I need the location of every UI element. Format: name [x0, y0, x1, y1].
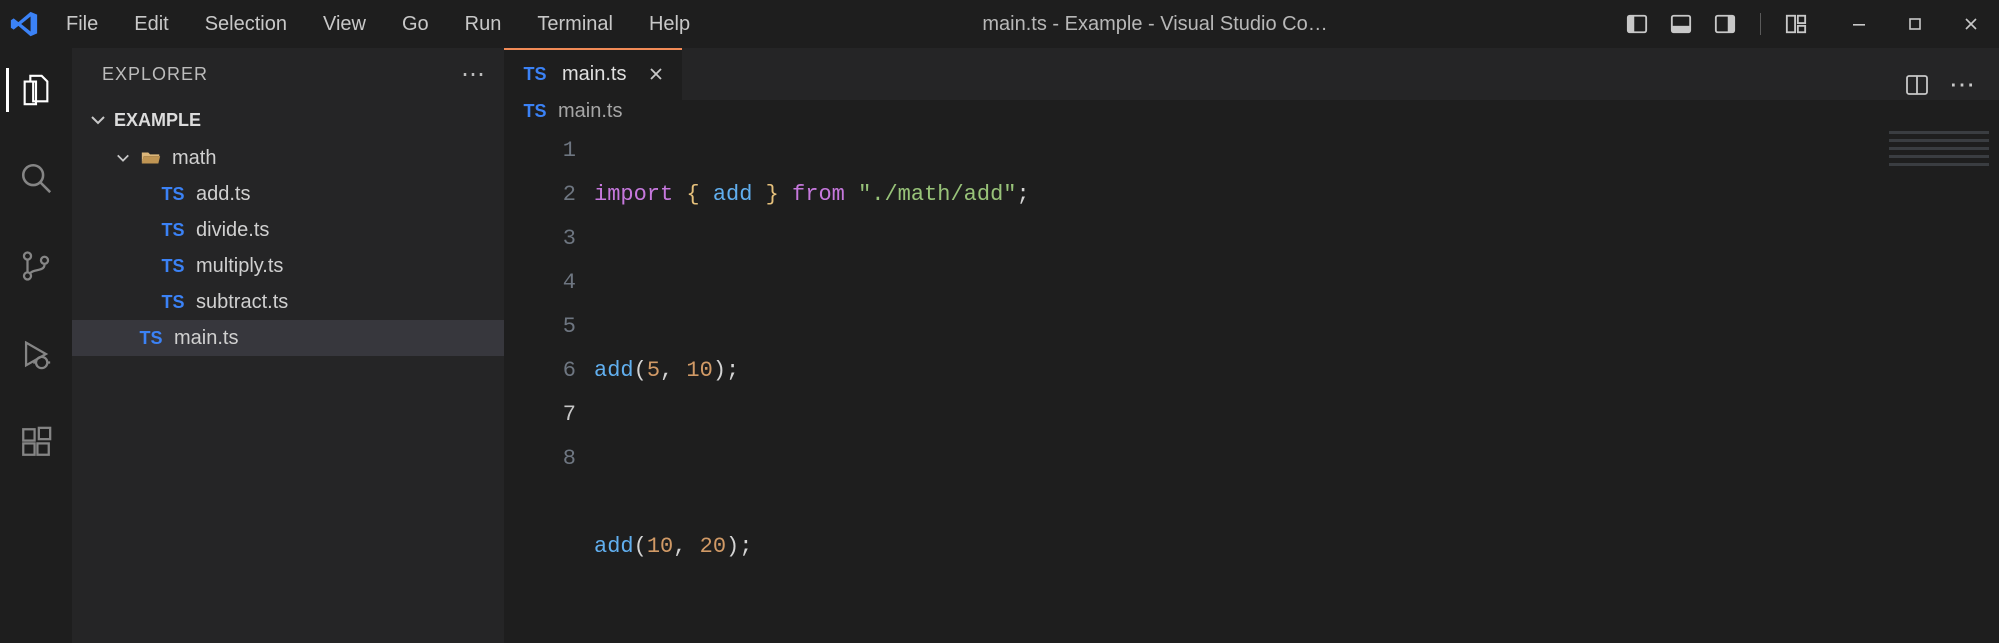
- explorer-project-name: EXAMPLE: [114, 110, 201, 131]
- source-control-icon: [19, 249, 53, 283]
- file-row-multiply[interactable]: TS multiply.ts: [72, 248, 504, 284]
- breadcrumb[interactable]: TS main.ts: [504, 100, 1999, 123]
- explorer-title: EXPLORER: [102, 64, 208, 85]
- chevron-down-icon: [116, 151, 130, 165]
- activity-source-control[interactable]: [6, 238, 66, 294]
- menu-view[interactable]: View: [305, 5, 384, 44]
- toggle-panel-icon[interactable]: [1666, 9, 1696, 39]
- editor-tabbar: TS main.ts ⋯: [504, 48, 1999, 100]
- files-icon: [19, 73, 53, 107]
- line-number: 4: [504, 261, 576, 305]
- file-label: add.ts: [196, 183, 250, 206]
- code-line: add(5, 10);: [594, 349, 1879, 393]
- breadcrumb-label: main.ts: [558, 100, 622, 123]
- window-minimize-button[interactable]: [1831, 0, 1887, 48]
- extensions-icon: [19, 425, 53, 459]
- ts-file-icon: TS: [138, 328, 164, 349]
- file-label: divide.ts: [196, 219, 269, 242]
- ts-file-icon: TS: [160, 256, 186, 277]
- folder-row-math[interactable]: math: [72, 140, 504, 176]
- split-editor-icon: [1905, 73, 1929, 97]
- tab-close-button[interactable]: [648, 66, 664, 82]
- line-number: 8: [504, 437, 576, 481]
- vscode-logo-icon: [9, 9, 39, 39]
- file-row-add[interactable]: TS add.ts: [72, 176, 504, 212]
- vscode-logo: [0, 9, 48, 39]
- line-number: 2: [504, 173, 576, 217]
- code-line: [594, 613, 1879, 643]
- ts-file-icon: TS: [160, 184, 186, 205]
- code-line: import { add } from "./math/add";: [594, 173, 1879, 217]
- tab-label: main.ts: [562, 63, 626, 86]
- ts-file-icon: TS: [522, 64, 548, 85]
- menu-terminal[interactable]: Terminal: [519, 5, 631, 44]
- code-editor[interactable]: 1 2 3 4 5 6 7 8 import { add } from "./m…: [504, 123, 1999, 643]
- line-number-gutter: 1 2 3 4 5 6 7 8: [504, 123, 594, 643]
- line-number: 7: [504, 393, 576, 437]
- ts-file-icon: TS: [522, 101, 548, 122]
- menu-go[interactable]: Go: [384, 5, 447, 44]
- title-bar: File Edit Selection View Go Run Terminal…: [0, 0, 1999, 48]
- code-line: add(10, 20);: [594, 525, 1879, 569]
- file-label: multiply.ts: [196, 255, 283, 278]
- menubar: File Edit Selection View Go Run Terminal…: [48, 5, 708, 44]
- line-number: 3: [504, 217, 576, 261]
- menu-run[interactable]: Run: [447, 5, 520, 44]
- line-number: 5: [504, 305, 576, 349]
- activity-extensions[interactable]: [6, 414, 66, 470]
- file-row-main[interactable]: TS main.ts: [72, 320, 504, 356]
- minimap[interactable]: [1879, 123, 1999, 643]
- activity-explorer[interactable]: [6, 62, 66, 118]
- activity-bar: [0, 48, 72, 643]
- file-row-subtract[interactable]: TS subtract.ts: [72, 284, 504, 320]
- line-number: 6: [504, 349, 576, 393]
- menu-edit[interactable]: Edit: [116, 5, 186, 44]
- activity-run-debug[interactable]: [6, 326, 66, 382]
- explorer-sidebar: EXPLORER ⋯ EXAMPLE math TS add.ts TS div…: [72, 48, 504, 643]
- window-controls: [1831, 0, 1999, 48]
- file-row-divide[interactable]: TS divide.ts: [72, 212, 504, 248]
- search-icon: [19, 161, 53, 195]
- code-line: [594, 261, 1879, 305]
- editor-more-actions-button[interactable]: ⋯: [1949, 69, 1975, 100]
- ts-file-icon: TS: [160, 292, 186, 313]
- menu-help[interactable]: Help: [631, 5, 708, 44]
- split-editor-button[interactable]: [1905, 73, 1929, 97]
- menu-selection[interactable]: Selection: [187, 5, 305, 44]
- explorer-header: EXPLORER ⋯: [72, 48, 504, 100]
- close-icon: [648, 66, 664, 82]
- file-label: main.ts: [174, 327, 238, 350]
- customize-layout-icon[interactable]: [1781, 9, 1811, 39]
- chevron-down-icon: [90, 112, 106, 128]
- tab-main-ts[interactable]: TS main.ts: [504, 48, 682, 100]
- menu-file[interactable]: File: [48, 5, 116, 44]
- folder-label: math: [172, 147, 216, 170]
- toggle-secondary-sidebar-icon[interactable]: [1710, 9, 1740, 39]
- window-maximize-button[interactable]: [1887, 0, 1943, 48]
- explorer-more-button[interactable]: ⋯: [461, 60, 486, 89]
- explorer-project-row[interactable]: EXAMPLE: [72, 100, 504, 140]
- toggle-primary-sidebar-icon[interactable]: [1622, 9, 1652, 39]
- window-close-button[interactable]: [1943, 0, 1999, 48]
- run-debug-icon: [19, 337, 53, 371]
- code-content[interactable]: import { add } from "./math/add"; add(5,…: [594, 123, 1879, 643]
- activity-search[interactable]: [6, 150, 66, 206]
- ts-file-icon: TS: [160, 220, 186, 241]
- folder-open-icon: [140, 147, 162, 169]
- file-label: subtract.ts: [196, 291, 288, 314]
- tab-actions: ⋯: [1905, 69, 1999, 100]
- separator: [1760, 13, 1761, 35]
- editor-area: TS main.ts ⋯ TS main.ts: [504, 48, 1999, 643]
- line-number: 1: [504, 129, 576, 173]
- code-line: [594, 437, 1879, 481]
- window-title: main.ts - Example - Visual Studio Co…: [982, 13, 1327, 36]
- editor-layout-controls: [1622, 9, 1811, 39]
